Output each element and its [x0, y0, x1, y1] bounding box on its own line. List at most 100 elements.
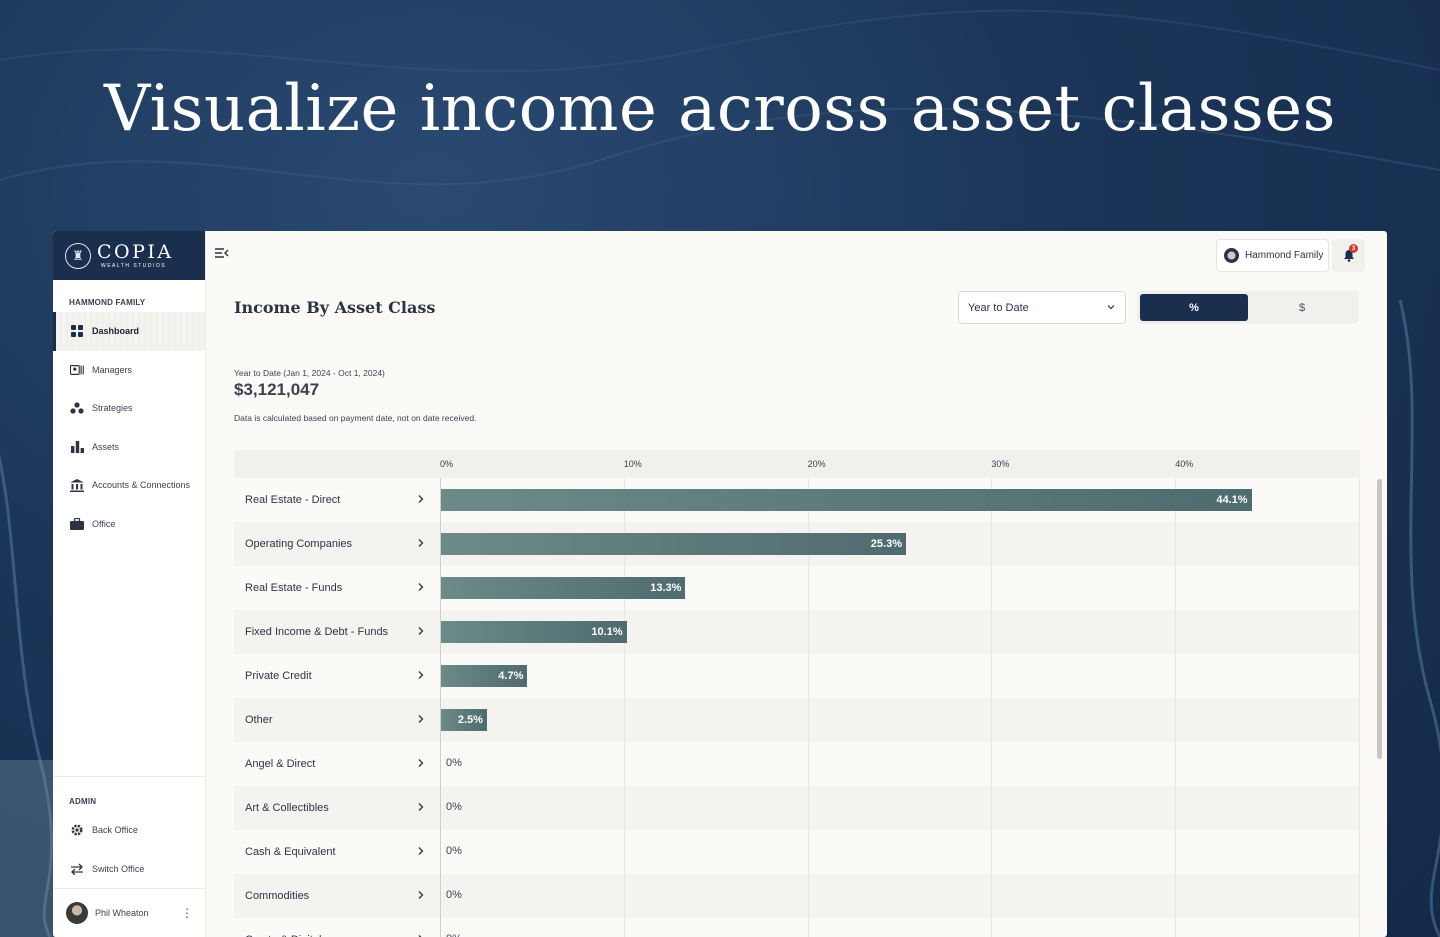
gridline	[807, 698, 809, 742]
bar-value-label: 0%	[446, 933, 462, 937]
app-window: ♜ COPIA WEALTH STUDIOS HAMMOND FAMILY Da…	[53, 231, 1387, 937]
bar-value-label: 2.5%	[457, 714, 483, 726]
sidebar-item-switch-office[interactable]: Switch Office	[53, 850, 205, 889]
gridline	[1175, 786, 1177, 830]
gridline	[807, 786, 809, 830]
topbar: Hammond Family 3	[206, 231, 1387, 281]
bar[interactable]: 2.5%	[441, 709, 487, 731]
bar-chart-icon	[70, 440, 84, 454]
gridline	[623, 698, 625, 742]
more-options-icon[interactable]: ⋮	[181, 907, 193, 919]
chevron-right-icon	[418, 495, 424, 503]
sidebar-item-label: Strategies	[92, 403, 133, 414]
bar[interactable]: 10.1%	[441, 621, 627, 643]
chart-row: Crypto & Digital 0%	[234, 918, 1360, 937]
bar-value-label: 10.1%	[591, 626, 623, 638]
gridline	[807, 918, 809, 937]
gridline	[440, 786, 441, 830]
sidebar: ♜ COPIA WEALTH STUDIOS HAMMOND FAMILY Da…	[53, 231, 206, 937]
bar-value-label: 4.7%	[498, 670, 524, 682]
gridline	[623, 918, 625, 937]
copia-emblem-icon: ♜	[65, 242, 91, 269]
brand-logo[interactable]: ♜ COPIA WEALTH STUDIOS	[53, 231, 205, 280]
sidebar-item-office[interactable]: Office	[53, 505, 205, 544]
chart-axis-header: 0% 10% 20% 30% 40%	[234, 450, 1360, 478]
gridline	[623, 786, 625, 830]
bar-value-label: 44.1%	[1216, 494, 1248, 506]
bar[interactable]: 44.1%	[441, 489, 1252, 511]
admin-section: ADMIN Back Office Switch Office	[53, 776, 205, 888]
sidebar-item-label: Dashboard	[92, 326, 140, 337]
gridline	[1359, 830, 1360, 874]
chart-row: Private Credit 4.7%	[234, 654, 1360, 698]
sidebar-item-managers[interactable]: Managers	[53, 351, 205, 390]
bar[interactable]: 13.3%	[441, 577, 686, 599]
gridline	[807, 742, 809, 786]
bar[interactable]: 4.7%	[441, 665, 528, 687]
category-label[interactable]: Cash & Equivalent	[234, 830, 439, 874]
sidebar-item-dashboard[interactable]: Dashboard	[53, 312, 205, 351]
category-label[interactable]: Operating Companies	[234, 522, 439, 566]
toggle-percent[interactable]: %	[1140, 294, 1248, 321]
sidebar-item-label: Assets	[92, 441, 120, 452]
total-income: $3,121,047	[234, 380, 320, 399]
gear-icon	[70, 823, 84, 837]
bar[interactable]: 25.3%	[441, 533, 906, 555]
gridline	[440, 830, 441, 874]
x-tick-label: 20%	[807, 459, 826, 469]
category-label[interactable]: Crypto & Digital	[234, 918, 439, 937]
chart-row: Other 2.5%	[234, 698, 1360, 742]
chevron-right-icon	[418, 891, 424, 899]
chevron-right-icon	[418, 715, 424, 723]
gridline	[1175, 654, 1177, 698]
period-select[interactable]: Year to Date	[958, 291, 1126, 324]
sidebar-item-strategies[interactable]: Strategies	[53, 389, 205, 428]
toggle-dollar[interactable]: $	[1248, 294, 1356, 321]
chart-row: Fixed Income & Debt - Funds 10.1%	[234, 610, 1360, 654]
category-label[interactable]: Art & Collectibles	[234, 786, 439, 830]
sidebar-item-accounts[interactable]: Accounts & Connections	[53, 466, 205, 505]
category-label[interactable]: Fixed Income & Debt - Funds	[234, 610, 439, 654]
sidebar-item-back-office[interactable]: Back Office	[53, 811, 205, 850]
notifications-button[interactable]: 3	[1332, 239, 1365, 272]
category-label[interactable]: Real Estate - Funds	[234, 566, 439, 610]
gridline	[991, 522, 993, 566]
panel-title: Income By Asset Class	[234, 298, 436, 317]
gridline	[1175, 874, 1177, 918]
bar-value-label: 25.3%	[870, 538, 902, 550]
bar-value-label: 0%	[446, 801, 462, 813]
period-caption: Year to Date (Jan 1, 2024 - Oct 1, 2024)	[234, 368, 385, 378]
chart-row: Art & Collectibles 0%	[234, 786, 1360, 830]
collapse-sidebar-icon[interactable]	[215, 246, 231, 262]
gridline	[991, 830, 993, 874]
data-note: Data is calculated based on payment date…	[234, 413, 477, 423]
gridline	[1359, 610, 1360, 654]
chevron-right-icon	[418, 627, 424, 635]
org-switcher[interactable]: Hammond Family	[1216, 239, 1329, 272]
gridline	[623, 654, 625, 698]
user-profile[interactable]: Phil Wheaton ⋮	[53, 888, 205, 937]
category-label[interactable]: Real Estate - Direct	[234, 478, 439, 522]
gridline	[807, 830, 809, 874]
org-logo-icon	[1224, 248, 1239, 263]
gridline	[1359, 478, 1360, 522]
chart-scrollbar[interactable]	[1377, 479, 1382, 759]
category-label[interactable]: Commodities	[234, 874, 439, 918]
gridline	[991, 742, 993, 786]
chevron-right-icon	[418, 803, 424, 811]
brand-name: COPIA	[97, 240, 174, 263]
org-name: Hammond Family	[1245, 250, 1324, 261]
bar-value-label: 0%	[446, 757, 462, 769]
category-label[interactable]: Angel & Direct	[234, 742, 439, 786]
strategies-icon	[70, 401, 84, 415]
gridline	[991, 610, 993, 654]
chart-row: Cash & Equivalent 0%	[234, 830, 1360, 874]
gridline	[1359, 874, 1360, 918]
gridline	[1175, 610, 1177, 654]
swap-icon	[70, 862, 84, 876]
chevron-right-icon	[418, 671, 424, 679]
category-label[interactable]: Private Credit	[234, 654, 439, 698]
gridline	[1175, 566, 1177, 610]
category-label[interactable]: Other	[234, 698, 439, 742]
sidebar-item-assets[interactable]: Assets	[53, 428, 205, 467]
